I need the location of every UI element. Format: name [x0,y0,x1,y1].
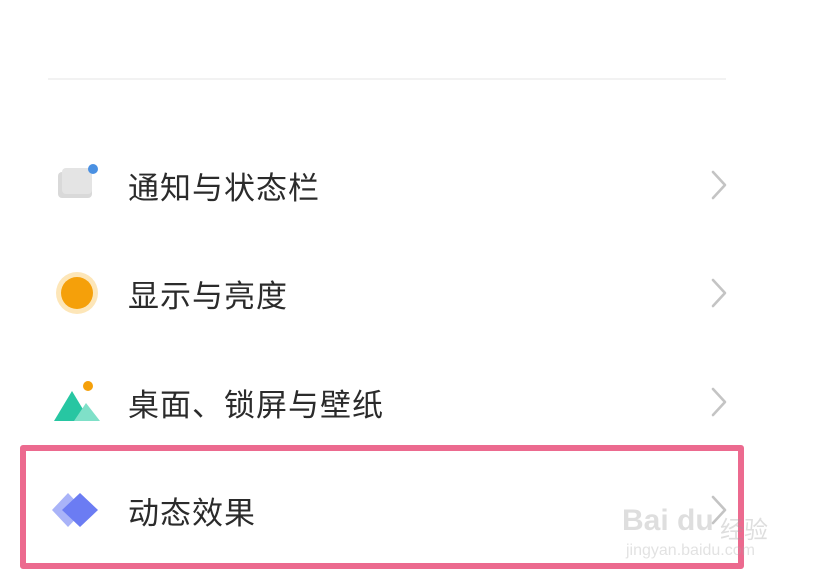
settings-item-notifications[interactable]: 通知与状态栏 [40,140,740,230]
section-divider [48,78,726,80]
wallpaper-icon [52,377,102,427]
settings-page: 通知与状态栏 显示与亮度 桌面、锁屏与壁纸 动态效果 Bai du 经验 jin… [0,0,814,581]
chevron-right-icon [708,385,730,419]
highlight-annotation-box [20,445,744,569]
settings-item-label: 通知与状态栏 [128,170,320,207]
notification-icon [52,160,102,210]
settings-item-label: 显示与亮度 [128,278,288,315]
chevron-right-icon [708,168,730,202]
chevron-right-icon [708,276,730,310]
brightness-icon [52,268,102,318]
settings-item-display-brightness[interactable]: 显示与亮度 [40,248,740,338]
settings-item-wallpaper[interactable]: 桌面、锁屏与壁纸 [40,357,740,447]
settings-item-label: 桌面、锁屏与壁纸 [128,387,384,424]
